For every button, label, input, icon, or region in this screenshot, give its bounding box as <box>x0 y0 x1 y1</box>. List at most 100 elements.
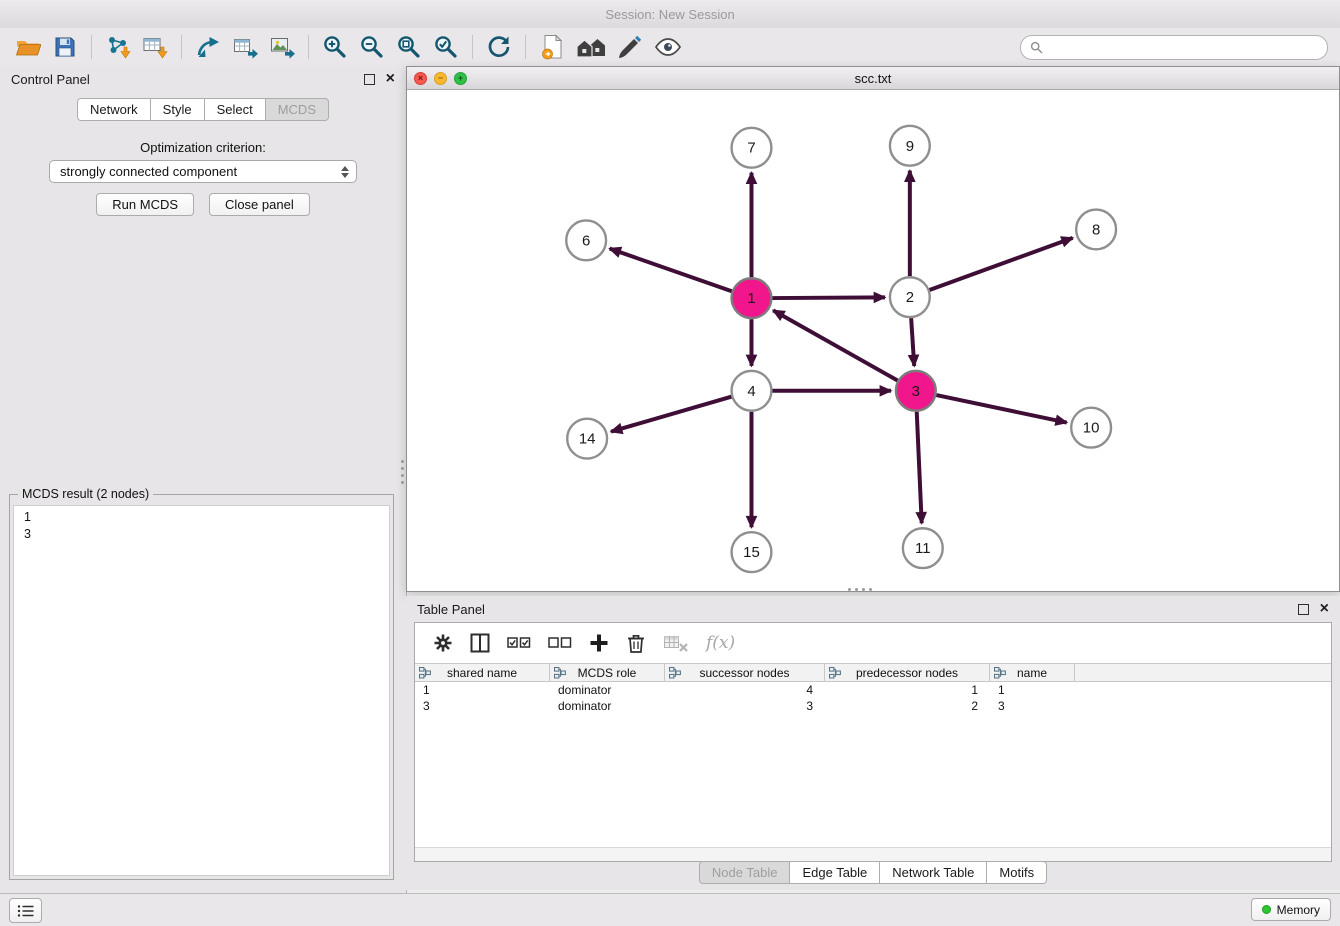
split-panel-button[interactable] <box>468 630 492 656</box>
view-splitter-grip[interactable] <box>846 587 880 592</box>
graph-node-3[interactable]: 3 <box>896 371 936 411</box>
table-panel: Table Panel × <box>406 596 1340 890</box>
tab-motifs[interactable]: Motifs <box>987 861 1047 884</box>
export-image-button[interactable] <box>266 31 298 63</box>
import-network-button[interactable] <box>102 31 134 63</box>
add-column-button[interactable] <box>587 630 611 656</box>
network-window-titlebar[interactable]: scc.txt × − + <box>407 67 1339 90</box>
optimization-dropdown-value: strongly connected component <box>60 164 237 179</box>
close-panel-button[interactable]: Close panel <box>209 193 310 216</box>
graph-node-label: 3 <box>912 383 920 400</box>
graph-node-label: 7 <box>747 140 755 157</box>
network-canvas[interactable]: 7 9 6 8 1 2 4 3 14 10 15 11 <box>407 90 1339 591</box>
column-header-predecessor-nodes[interactable]: predecessor nodes <box>825 664 990 681</box>
float-table-panel-icon[interactable] <box>1298 604 1309 615</box>
graph-edge-1-2[interactable] <box>772 297 885 298</box>
graph-node-label: 2 <box>906 289 914 306</box>
table-row[interactable]: 1dominator411 <box>415 682 1331 698</box>
task-history-button[interactable] <box>9 898 42 923</box>
tab-mcds[interactable]: MCDS <box>266 98 329 121</box>
tab-edge-table[interactable]: Edge Table <box>790 861 880 884</box>
import-table-button[interactable] <box>139 31 171 63</box>
sort-icon <box>419 667 431 679</box>
graph-edge-4-14[interactable] <box>611 397 731 432</box>
delete-column-button[interactable] <box>624 630 648 656</box>
close-window-button[interactable]: × <box>414 72 427 85</box>
network-graph[interactable]: 7 9 6 8 1 2 4 3 14 10 15 11 <box>407 90 1339 591</box>
mcds-result-list[interactable]: 1 3 <box>13 505 390 876</box>
search-input[interactable] <box>1048 39 1318 56</box>
graph-node-11[interactable]: 11 <box>903 528 943 568</box>
float-panel-icon[interactable] <box>364 74 375 85</box>
tab-network[interactable]: Network <box>77 98 151 121</box>
save-session-button[interactable] <box>49 31 81 63</box>
tab-network-table[interactable]: Network Table <box>880 861 987 884</box>
zoom-window-button[interactable]: + <box>454 72 467 85</box>
table-settings-button[interactable] <box>431 630 455 656</box>
run-mcds-button[interactable]: Run MCDS <box>96 193 194 216</box>
deselect-all-button[interactable] <box>546 630 574 656</box>
graph-edge-2-3[interactable] <box>911 318 914 366</box>
memory-label: Memory <box>1277 903 1320 917</box>
copy-style-button[interactable] <box>536 31 568 63</box>
import-network-icon <box>105 34 131 60</box>
graph-node-14[interactable]: 14 <box>567 419 607 459</box>
export-network-button[interactable] <box>192 31 224 63</box>
graph-node-label: 10 <box>1083 420 1100 437</box>
tab-select[interactable]: Select <box>205 98 266 121</box>
destroy-table-button[interactable] <box>661 630 691 656</box>
zoom-fit-button[interactable] <box>393 31 425 63</box>
zoom-out-button[interactable] <box>356 31 388 63</box>
zoom-in-button[interactable] <box>319 31 351 63</box>
optimization-dropdown[interactable]: strongly connected component <box>49 160 357 183</box>
apply-style-button[interactable] <box>614 31 646 63</box>
column-header-successor-nodes[interactable]: successor nodes <box>665 664 825 681</box>
graph-node-10[interactable]: 10 <box>1071 408 1111 448</box>
graph-edge-3-10[interactable] <box>936 395 1066 422</box>
control-panel-close-icon[interactable]: × <box>386 73 395 85</box>
column-header-mcds-role[interactable]: MCDS role <box>550 664 665 681</box>
graph-edge-2-8[interactable] <box>929 238 1072 290</box>
zoom-selected-button[interactable] <box>430 31 462 63</box>
graph-node-15[interactable]: 15 <box>732 532 772 572</box>
show-graphics-details-button[interactable] <box>651 31 685 63</box>
control-panel-tabs: NetworkStyleSelectMCDS <box>0 98 406 121</box>
table-panel-header: Table Panel × <box>406 596 1340 622</box>
graph-node-1[interactable]: 1 <box>732 278 772 318</box>
network-window-title: scc.txt <box>407 71 1339 86</box>
table-toolbar: f(x) <box>415 623 1331 663</box>
column-header-name[interactable]: name <box>990 664 1075 681</box>
cell-predecessor-nodes: 1 <box>825 683 990 697</box>
home-view-button[interactable] <box>573 31 609 63</box>
select-all-button[interactable] <box>505 630 533 656</box>
function-builder-button[interactable]: f(x) <box>706 633 735 653</box>
cell-mcds-role: dominator <box>550 699 665 713</box>
graph-node-9[interactable]: 9 <box>890 126 930 166</box>
graph-edge-1-6[interactable] <box>610 249 732 292</box>
column-header-shared-name[interactable]: shared name <box>415 664 550 681</box>
table-row[interactable]: 3dominator323 <box>415 698 1331 714</box>
graph-edge-3-11[interactable] <box>917 412 922 524</box>
plus-icon <box>588 632 610 654</box>
graph-node-4[interactable]: 4 <box>732 371 772 411</box>
node-table-header: shared nameMCDS rolesuccessor nodesprede… <box>415 663 1331 682</box>
sort-icon <box>554 667 566 679</box>
table-panel-close-icon[interactable]: × <box>1320 603 1329 615</box>
tab-style[interactable]: Style <box>151 98 205 121</box>
open-session-button[interactable] <box>12 31 44 63</box>
export-table-button[interactable] <box>229 31 261 63</box>
minimize-window-button[interactable]: − <box>434 72 447 85</box>
graph-node-7[interactable]: 7 <box>732 128 772 168</box>
graph-node-label: 11 <box>915 540 931 557</box>
panel-splitter-grip[interactable] <box>400 458 405 492</box>
memory-status-dot <box>1262 905 1271 914</box>
memory-button[interactable]: Memory <box>1251 898 1331 921</box>
search-field[interactable] <box>1020 35 1328 60</box>
graph-node-2[interactable]: 2 <box>890 277 930 317</box>
graph-node-6[interactable]: 6 <box>566 220 606 260</box>
graph-edge-3-1[interactable] <box>773 310 897 380</box>
graph-node-8[interactable]: 8 <box>1076 210 1116 250</box>
table-horizontal-scrollbar[interactable] <box>415 847 1331 861</box>
tab-node-table[interactable]: Node Table <box>699 861 791 884</box>
refresh-view-button[interactable] <box>483 31 515 63</box>
